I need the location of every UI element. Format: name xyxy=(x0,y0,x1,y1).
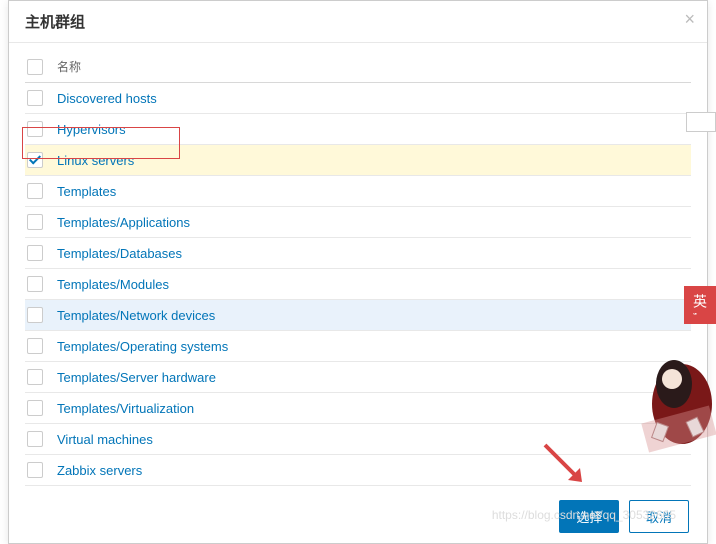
host-group-link[interactable]: Discovered hosts xyxy=(57,91,157,106)
table-row[interactable]: Templates/Network devices xyxy=(25,300,691,331)
table-row[interactable]: Templates xyxy=(25,176,691,207)
table-row[interactable]: Templates/Databases xyxy=(25,238,691,269)
row-checkbox[interactable] xyxy=(27,90,43,106)
table-row[interactable]: Templates/Modules xyxy=(25,269,691,300)
select-all-checkbox[interactable] xyxy=(27,59,43,75)
table-header-row: 名称 xyxy=(25,51,691,83)
modal-header: 主机群组 × xyxy=(9,1,707,43)
table-row[interactable]: Discovered hosts xyxy=(25,83,691,114)
row-checkbox[interactable] xyxy=(27,121,43,137)
table-row[interactable]: Templates/Operating systems xyxy=(25,331,691,362)
modal-content: 名称 Discovered hosts Hypervisors Linux serv… xyxy=(9,43,707,490)
column-header-name: 名称 xyxy=(57,58,81,75)
modal-title: 主机群组 xyxy=(25,14,85,31)
host-group-link[interactable]: Templates/Operating systems xyxy=(57,339,228,354)
host-group-link[interactable]: Templates/Modules xyxy=(57,277,169,292)
host-group-link[interactable]: Hypervisors xyxy=(57,122,126,137)
host-group-link[interactable]: Templates/Applications xyxy=(57,215,190,230)
host-group-link[interactable]: Templates/Server hardware xyxy=(57,370,216,385)
table-row[interactable]: Hypervisors xyxy=(25,114,691,145)
table-row[interactable]: Virtual machines xyxy=(25,424,691,455)
host-group-link[interactable]: Virtual machines xyxy=(57,432,153,447)
row-checkbox[interactable] xyxy=(27,183,43,199)
row-checkbox[interactable] xyxy=(27,307,43,323)
row-checkbox[interactable] xyxy=(27,245,43,261)
host-group-link[interactable]: Templates xyxy=(57,184,116,199)
row-checkbox[interactable] xyxy=(27,400,43,416)
host-group-link[interactable]: Zabbix servers xyxy=(57,463,142,478)
watermark-text: https://blog.csdn.net/qq_30532605 xyxy=(492,508,676,522)
host-group-link[interactable]: Templates/Virtualization xyxy=(57,401,194,416)
row-checkbox[interactable] xyxy=(27,462,43,478)
table-row[interactable]: Templates/Server hardware xyxy=(25,362,691,393)
row-checkbox[interactable] xyxy=(27,276,43,292)
table-row[interactable]: Zabbix servers xyxy=(25,455,691,486)
host-group-link[interactable]: Linux servers xyxy=(57,153,134,168)
row-checkbox[interactable] xyxy=(27,214,43,230)
row-checkbox[interactable] xyxy=(27,369,43,385)
host-group-link[interactable]: Templates/Network devices xyxy=(57,308,215,323)
host-group-link[interactable]: Templates/Databases xyxy=(57,246,182,261)
row-checkbox[interactable] xyxy=(27,431,43,447)
table-row[interactable]: Linux servers xyxy=(25,145,691,176)
row-checkbox[interactable] xyxy=(27,152,43,168)
row-checkbox[interactable] xyxy=(27,338,43,354)
host-group-modal: 主机群组 × 名称 Discovered hosts Hypervisors Lin… xyxy=(8,0,708,544)
close-icon[interactable]: × xyxy=(684,9,695,30)
table-row[interactable]: Templates/Applications xyxy=(25,207,691,238)
background-input-fragment xyxy=(686,112,716,132)
table-row[interactable]: Templates/Virtualization xyxy=(25,393,691,424)
